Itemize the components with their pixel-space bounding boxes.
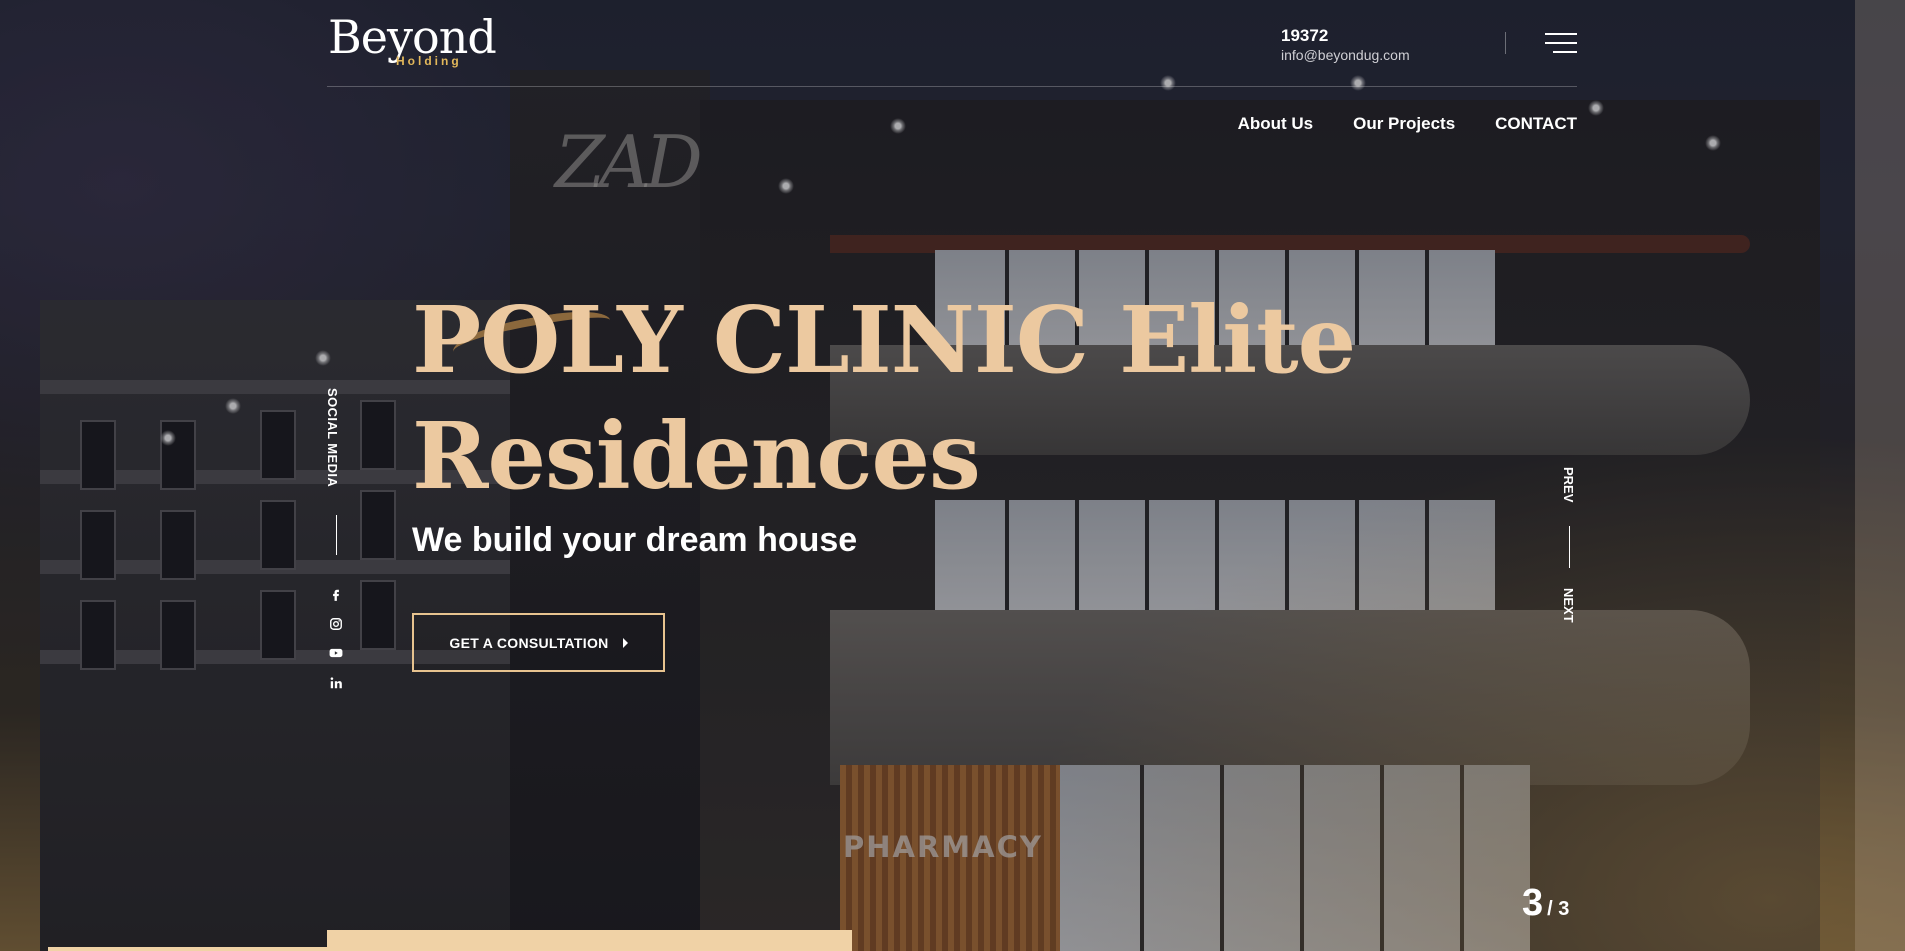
nav-about-us[interactable]: About Us: [1238, 114, 1314, 134]
nav-our-projects[interactable]: Our Projects: [1353, 114, 1455, 134]
slide-current: 3: [1522, 882, 1544, 924]
logo-subtitle: Holding: [396, 54, 462, 68]
cta-label: GET A CONSULTATION: [449, 634, 609, 651]
slide-total: / 3: [1547, 898, 1570, 920]
slider-prev-button[interactable]: PREV: [1560, 467, 1580, 527]
header-divider: [1505, 32, 1506, 54]
youtube-icon[interactable]: [328, 645, 344, 661]
phone-number[interactable]: 19372: [1281, 26, 1410, 46]
linkedin-icon[interactable]: [328, 675, 344, 691]
facebook-icon[interactable]: [328, 587, 344, 603]
logo[interactable]: Beyond Holding: [328, 14, 497, 70]
instagram-icon[interactable]: [328, 616, 344, 632]
social-media-label: SOCIAL MEDIA: [325, 388, 340, 488]
hero-title: POLY CLINIC Elite Residences: [412, 286, 1356, 510]
get-consultation-button[interactable]: GET A CONSULTATION: [412, 613, 665, 672]
slider-next-button[interactable]: NEXT: [1560, 588, 1580, 648]
social-divider: [336, 515, 337, 555]
hamburger-menu-icon[interactable]: [1545, 30, 1577, 56]
slide-counter: 3 / 3: [1522, 882, 1569, 925]
bottom-panel-edge: [327, 930, 852, 951]
header-contact: 19372 info@beyondug.com: [1281, 26, 1410, 63]
main-nav: About Us Our Projects CONTACT: [1238, 114, 1577, 134]
slider-divider: [1569, 526, 1570, 568]
bottom-accent-bar: [48, 947, 328, 951]
hero-subtitle: We build your dream house: [412, 521, 858, 559]
nav-contact[interactable]: CONTACT: [1495, 114, 1577, 134]
email-address[interactable]: info@beyondug.com: [1281, 47, 1410, 63]
caret-right-icon: [622, 637, 628, 648]
header-divider-line: [327, 86, 1577, 87]
